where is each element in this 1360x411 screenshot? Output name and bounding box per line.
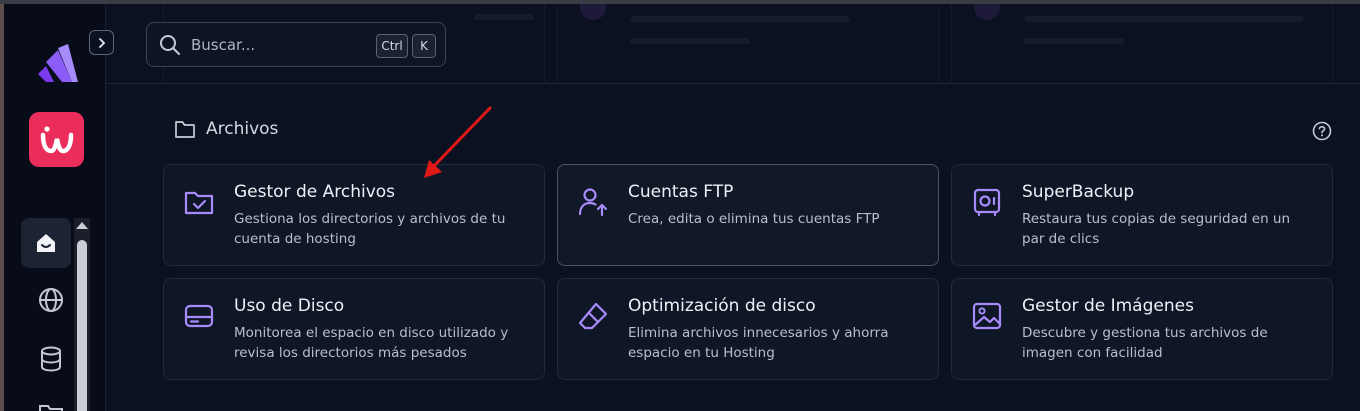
app-logo-icon [38, 44, 78, 82]
card-uso-disco[interactable]: Uso de Disco Monitorea el espacio en dis… [163, 278, 545, 380]
eraser-icon [578, 302, 608, 330]
card-title: Gestor de Imágenes [1022, 296, 1194, 316]
scroll-up-icon[interactable] [76, 222, 88, 229]
globe-icon[interactable] [37, 286, 65, 314]
folder-check-icon [184, 191, 214, 215]
hard-drive-icon [184, 304, 214, 328]
folder-icon[interactable] [37, 400, 65, 411]
card-gestor-archivos[interactable]: Gestor de Archivos Gestiona los director… [163, 164, 545, 266]
expand-sidebar-button[interactable] [89, 30, 114, 55]
sidebar-item-home[interactable] [21, 218, 71, 268]
home-icon [37, 234, 55, 252]
card-cuentas-ftp[interactable]: Cuentas FTP Crea, edita o elimina tus cu… [557, 164, 939, 266]
card-description: Restaura tus copias de seguridad en un p… [1022, 211, 1291, 247]
ghost-card [951, 4, 1333, 84]
chevron-right-icon [98, 37, 105, 48]
search-box[interactable]: Ctrl K [146, 22, 446, 67]
help-icon[interactable] [1312, 121, 1332, 141]
card-description: Descubre y gestiona tus archivos de imag… [1022, 325, 1268, 361]
card-gestor-imagenes[interactable]: Gestor de Imágenes Descubre y gestiona t… [951, 278, 1333, 380]
card-description: Gestiona los directorios y archivos de t… [234, 211, 506, 247]
card-description: Elimina archivos innecesarios y ahorra e… [628, 325, 889, 361]
section-heading: Archivos [174, 119, 278, 139]
card-superbackup[interactable]: SuperBackup Restaura tus copias de segur… [951, 164, 1333, 266]
card-title: Optimización de disco [628, 296, 816, 316]
card-title: Cuentas FTP [628, 182, 734, 202]
card-optimizacion-disco[interactable]: Optimización de disco Elimina archivos i… [557, 278, 939, 380]
card-title: Gestor de Archivos [234, 182, 396, 202]
card-title: SuperBackup [1022, 182, 1135, 202]
image-icon [972, 302, 1002, 330]
card-description: Crea, edita o elimina tus cuentas FTP [628, 211, 880, 227]
card-description: Monitorea el espacio en disco utilizado … [234, 325, 509, 361]
kbd-ctrl: Ctrl [376, 34, 408, 58]
database-icon[interactable] [37, 345, 65, 373]
safe-icon [973, 188, 1001, 217]
brand-logo[interactable] [29, 112, 84, 167]
ghost-card [557, 4, 939, 84]
kbd-k: K [412, 34, 436, 58]
search-input[interactable] [191, 35, 361, 54]
scrollbar-thumb[interactable] [77, 240, 87, 411]
user-upload-icon [578, 188, 608, 217]
brand-w-icon [40, 125, 73, 153]
sidebar [4, 4, 106, 411]
section-title: Archivos [206, 119, 279, 139]
card-title: Uso de Disco [234, 296, 345, 316]
folder-outline-icon [175, 121, 195, 138]
search-icon [160, 34, 180, 55]
